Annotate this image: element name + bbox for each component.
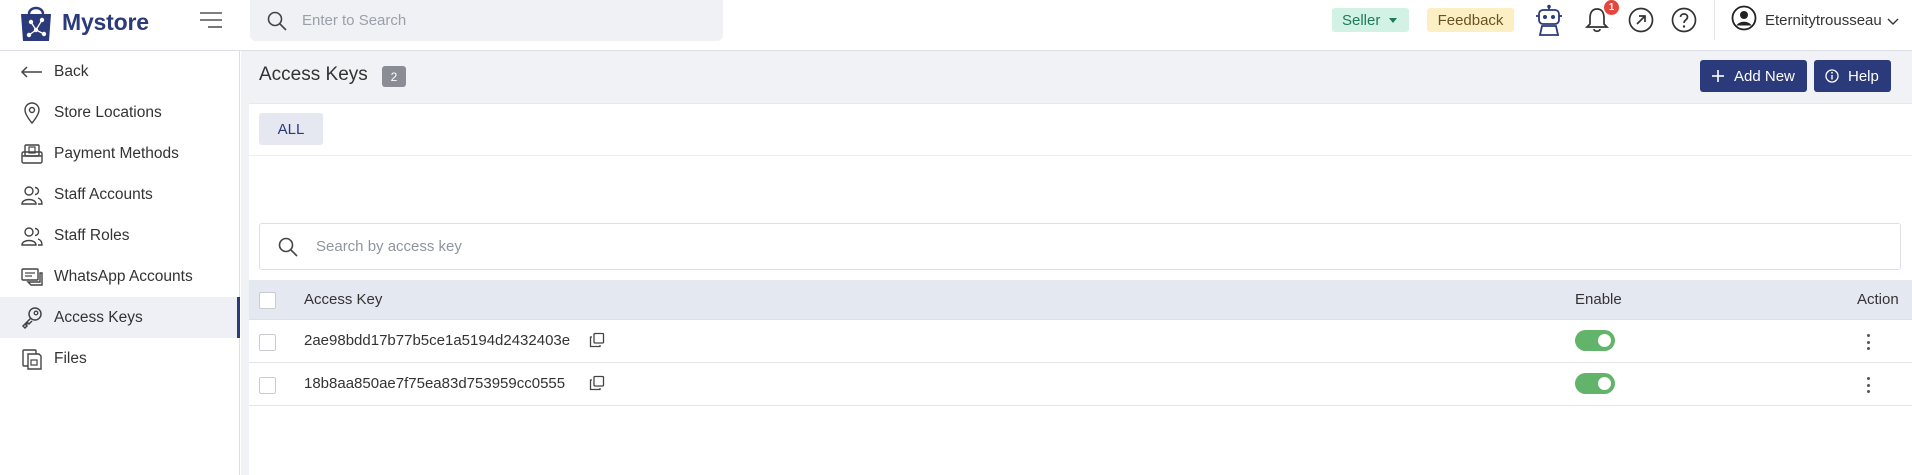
enable-toggle[interactable] (1575, 330, 1615, 351)
help-label: Help (1848, 67, 1879, 85)
sidebar-item-label: WhatsApp Accounts (54, 267, 193, 285)
shopping-bag-logo-icon (18, 2, 54, 42)
user-menu[interactable]: Eternitytrousseau (1731, 4, 1899, 36)
seller-dropdown[interactable]: Seller (1332, 8, 1409, 32)
sidebar-item-access-keys[interactable]: Access Keys (0, 297, 240, 338)
sidebar-item-whatsapp-accounts[interactable]: WhatsApp Accounts (0, 256, 239, 297)
select-all-checkbox[interactable] (259, 292, 276, 309)
user-name: Eternitytrousseau (1765, 11, 1882, 29)
sidebar-item-label: Store Locations (54, 103, 162, 121)
toggle-knob (1598, 377, 1611, 390)
key-icon (20, 306, 44, 330)
chevron-down-icon (1887, 14, 1899, 26)
user-avatar-icon (1731, 5, 1757, 36)
sidebar-item-label: Files (54, 349, 87, 367)
chat-icon (20, 265, 44, 289)
tab-all[interactable]: ALL (259, 113, 323, 145)
arrow-left-icon (20, 60, 44, 84)
divider (249, 155, 1912, 156)
row-checkbox[interactable] (259, 377, 276, 394)
sidebar-item-payment-methods[interactable]: Payment Methods (0, 133, 239, 174)
location-pin-icon (20, 101, 44, 125)
menu-toggle-icon[interactable] (199, 10, 223, 30)
search-icon (277, 236, 299, 258)
column-header-access-key: Access Key (304, 291, 383, 308)
more-actions-icon[interactable] (1864, 332, 1872, 352)
feedback-button[interactable]: Feedback (1427, 8, 1514, 32)
info-icon (1825, 69, 1839, 83)
sidebar: Back Store Locations Payment Methods Sta… (0, 51, 240, 475)
global-search[interactable] (250, 0, 723, 41)
brand-logo[interactable]: Mystore (18, 2, 149, 42)
column-header-enable: Enable (1575, 291, 1622, 308)
sidebar-item-label: Access Keys (54, 308, 143, 326)
table-header: Access Key Enable Action (249, 280, 1912, 320)
table-row: 18b8aa850ae7f75ea83d753959cc0555 (249, 363, 1912, 406)
notification-count-badge: 1 (1604, 0, 1619, 15)
sidebar-item-label: Staff Accounts (54, 185, 153, 203)
files-icon (20, 347, 44, 371)
top-bar: Mystore Seller Feedback (0, 0, 1912, 51)
robot-icon[interactable] (1533, 4, 1565, 36)
main-content: Access Keys 2 Add New Help ALL Access Ke… (241, 51, 1912, 475)
add-new-label: Add New (1734, 67, 1795, 85)
topbar-divider (1714, 0, 1715, 40)
add-new-button[interactable]: Add New (1700, 60, 1807, 92)
enable-toggle[interactable] (1575, 373, 1615, 394)
page-title: Access Keys (259, 64, 368, 85)
sidebar-item-label: Back (54, 62, 89, 80)
brand-name: Mystore (62, 8, 149, 35)
help-circle-icon[interactable] (1668, 4, 1700, 36)
external-link-icon[interactable] (1625, 4, 1657, 36)
copy-icon[interactable] (589, 375, 605, 391)
help-button[interactable]: Help (1814, 60, 1891, 92)
count-badge: 2 (382, 66, 406, 87)
seller-label: Seller (1342, 11, 1381, 29)
sidebar-item-store-locations[interactable]: Store Locations (0, 92, 239, 133)
global-search-input[interactable] (302, 12, 702, 29)
sidebar-item-staff-accounts[interactable]: Staff Accounts (0, 174, 239, 215)
access-key-value: 2ae98bdd17b77b5ce1a5194d2432403e (304, 332, 571, 349)
sidebar-item-label: Payment Methods (54, 144, 179, 162)
access-key-search[interactable] (259, 223, 1901, 270)
plus-icon (1711, 69, 1725, 83)
user-role-icon (20, 224, 44, 248)
more-actions-icon[interactable] (1864, 375, 1872, 395)
table-row: 2ae98bdd17b77b5ce1a5194d2432403e (249, 320, 1912, 363)
access-key-value: 18b8aa850ae7f75ea83d753959cc0555 (304, 375, 566, 392)
search-icon (266, 10, 288, 32)
copy-icon[interactable] (589, 332, 605, 348)
caret-down-icon (1389, 17, 1398, 23)
column-header-action: Action (1857, 291, 1899, 308)
sidebar-item-back[interactable]: Back (0, 51, 239, 92)
payment-icon (20, 142, 44, 166)
sidebar-item-label: Staff Roles (54, 226, 130, 244)
row-checkbox[interactable] (259, 334, 276, 351)
access-key-search-input[interactable] (316, 238, 1816, 255)
access-keys-panel: ALL Access Key Enable Action 2ae98bdd17b… (249, 103, 1912, 475)
toggle-knob (1598, 334, 1611, 347)
sidebar-item-staff-roles[interactable]: Staff Roles (0, 215, 239, 256)
sidebar-item-files[interactable]: Files (0, 338, 239, 379)
users-icon (20, 183, 44, 207)
